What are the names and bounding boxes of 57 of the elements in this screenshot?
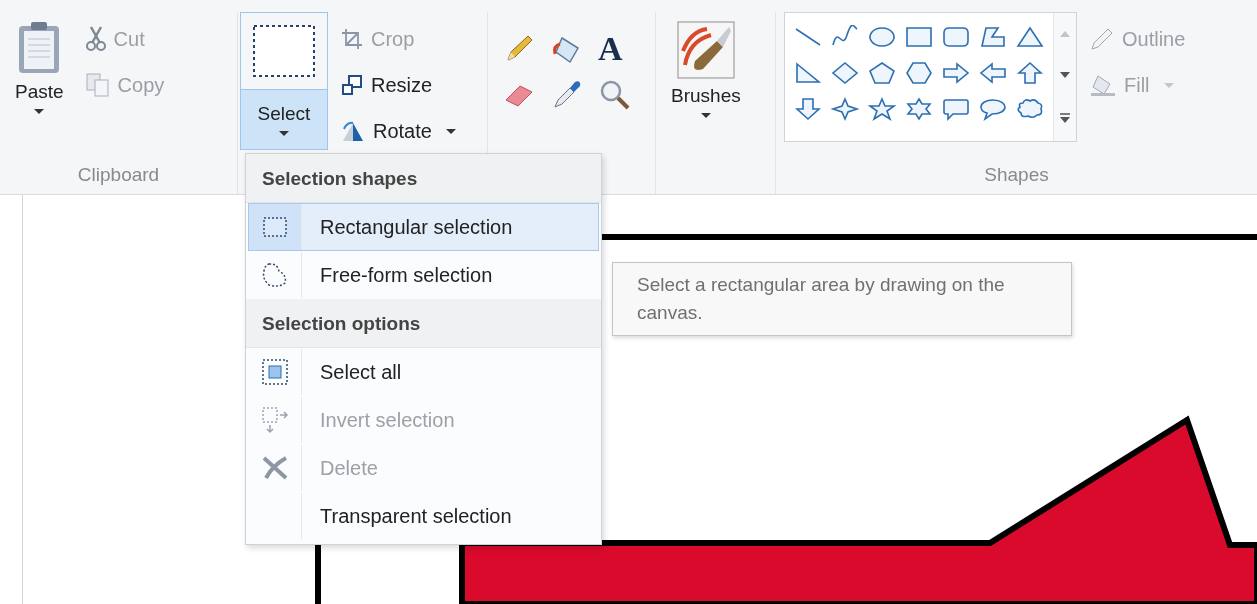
paste-button[interactable]: Paste <box>6 12 73 117</box>
copy-icon <box>85 73 110 97</box>
caret-icon <box>34 109 45 114</box>
menu-item[interactable]: Free-form selection <box>248 251 599 299</box>
cloud-callout-icon[interactable] <box>1015 97 1045 121</box>
star-icon[interactable] <box>867 97 897 121</box>
rotate-icon <box>341 120 365 142</box>
dashed-rectangle-icon <box>262 216 288 238</box>
menu-section-heading: Selection shapes <box>246 154 601 203</box>
select-all-icon <box>261 358 289 386</box>
hexagon-icon[interactable] <box>904 61 934 85</box>
brushes-button[interactable]: Brushes <box>662 12 750 121</box>
pentagon-icon[interactable] <box>867 61 897 85</box>
text-tool-button[interactable]: A <box>598 32 623 66</box>
caret-icon <box>700 113 711 118</box>
left-arrow-icon[interactable] <box>978 61 1008 85</box>
brush-icon <box>676 21 735 79</box>
clipboard-icon <box>17 21 62 75</box>
menu-item[interactable]: Transparent selection <box>248 492 599 540</box>
select-button[interactable]: Select <box>240 12 328 150</box>
speech-bubble-icon[interactable] <box>941 97 971 121</box>
line-icon[interactable] <box>793 25 823 49</box>
menu-section-heading: Selection options <box>246 299 601 348</box>
crop-icon <box>341 28 363 50</box>
right-arrow-icon[interactable] <box>941 61 971 85</box>
magnifier-icon[interactable] <box>598 78 632 112</box>
right-triangle-icon[interactable] <box>793 61 823 85</box>
dashed-blob-icon <box>261 261 289 289</box>
expand-gallery-icon[interactable] <box>1060 113 1070 124</box>
oval-callout-icon[interactable] <box>978 97 1008 121</box>
delete-icon <box>261 455 289 481</box>
caret-icon <box>279 131 289 136</box>
up-arrow-icon[interactable] <box>1015 61 1045 85</box>
polygon-icon[interactable] <box>978 25 1008 49</box>
down-arrow-icon[interactable] <box>793 97 823 121</box>
resize-button[interactable]: Resize <box>336 64 461 106</box>
rotate-button[interactable]: Rotate <box>336 110 461 152</box>
scissors-icon <box>85 26 106 52</box>
triangle-icon[interactable] <box>1015 25 1045 49</box>
group-label: Clipboard <box>76 163 161 187</box>
resize-icon <box>341 74 363 96</box>
oval-icon[interactable] <box>867 25 897 49</box>
paint-bucket-icon <box>1090 73 1116 97</box>
invert-selection-icon <box>261 406 289 434</box>
menu-item[interactable]: Rectangular selection <box>248 203 599 251</box>
group-label: Shapes <box>983 163 1050 187</box>
diamond-icon[interactable] <box>830 61 860 85</box>
caret-icon <box>1163 82 1174 88</box>
scroll-down-icon[interactable] <box>1060 72 1070 78</box>
caret-icon <box>445 128 456 134</box>
tooltip: Select a rectangular area by drawing on the canvas. <box>612 262 1072 336</box>
menu-item[interactable]: Select all <box>248 348 599 396</box>
six-point-star-icon[interactable] <box>904 97 934 121</box>
dashed-rectangle-icon <box>252 24 316 78</box>
rectangle-icon[interactable] <box>904 25 934 49</box>
pencil-icon <box>1090 27 1114 51</box>
four-point-star-icon[interactable] <box>830 97 860 121</box>
